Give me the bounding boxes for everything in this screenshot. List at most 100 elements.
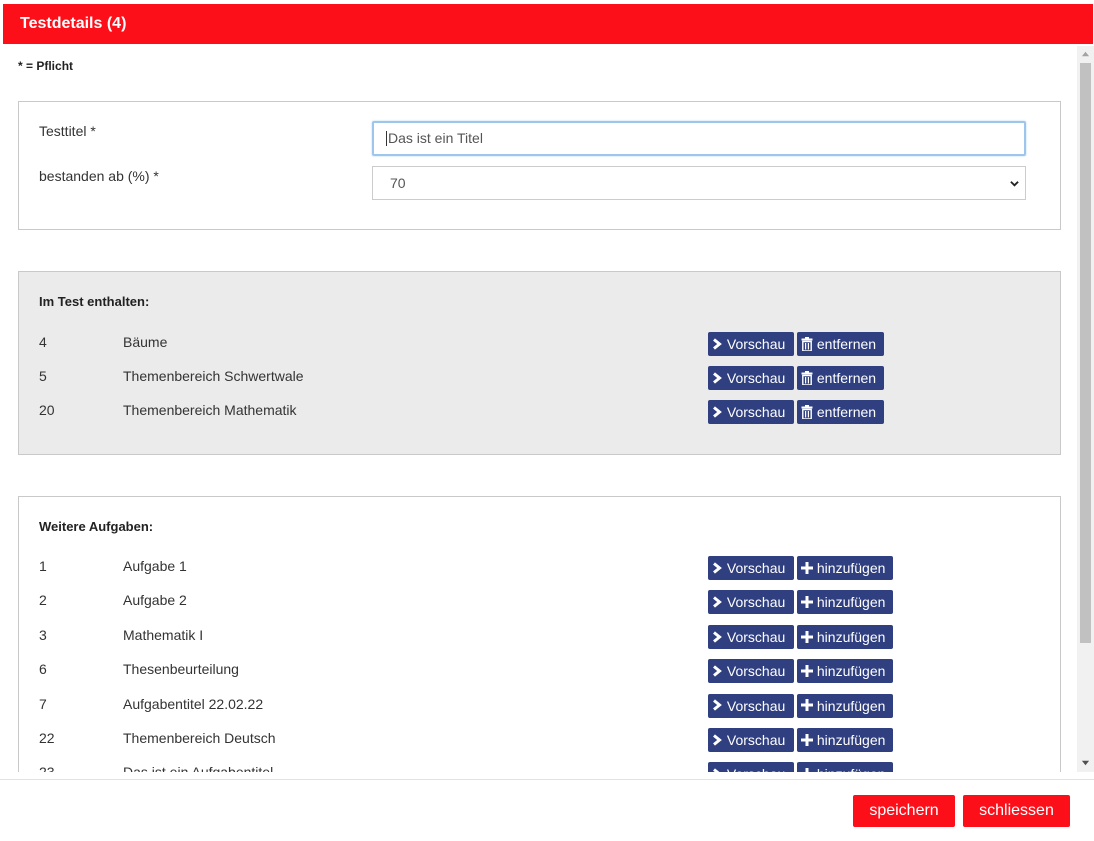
add-button[interactable]: hinzufügen <box>797 556 893 580</box>
preview-label: Vorschau <box>726 560 786 576</box>
title-label: Testtitel * <box>39 123 96 139</box>
plus-icon <box>801 733 813 746</box>
add-button-label: hinzufügen <box>816 697 886 714</box>
item-name: Themenbereich Deutsch <box>123 730 276 746</box>
list-item: 23 Das ist ein Aufgabentitel Vorschau hin… <box>19 762 1060 772</box>
preview-button[interactable]: Vorschau <box>708 728 794 752</box>
dialog-title: Testdetails (4) <box>3 4 1093 44</box>
trash-icon <box>801 404 813 420</box>
chevron-right-icon <box>713 734 722 746</box>
add-button[interactable]: hinzufügen <box>797 762 893 772</box>
item-id: 5 <box>39 368 47 384</box>
remove-button[interactable]: entfernen <box>797 332 884 356</box>
remove-button-label: entfernen <box>816 336 877 352</box>
included-heading: Im Test enthalten: <box>39 294 150 309</box>
remove-button[interactable]: entfernen <box>797 400 884 424</box>
close-button[interactable]: schliessen <box>963 795 1070 827</box>
trash-icon <box>801 336 813 352</box>
preview-label: Vorschau <box>727 766 785 772</box>
chevron-right-icon <box>713 630 722 643</box>
scrollbar[interactable] <box>1077 46 1094 772</box>
preview-button[interactable]: Vorschau <box>708 762 794 772</box>
item-id: 6 <box>39 661 47 678</box>
preview-button[interactable]: Vorschau <box>708 590 794 615</box>
chevron-right-icon <box>713 596 722 608</box>
item-name: Themenbereich Schwertwale <box>123 368 304 384</box>
add-button[interactable]: hinzufügen <box>797 624 893 649</box>
preview-button[interactable]: Vorschau <box>708 366 794 390</box>
preview-button[interactable]: Vorschau <box>708 659 794 684</box>
preview-button[interactable]: Vorschau <box>708 693 794 718</box>
list-item: 4 Bäume Vorschau entfernen <box>19 332 1060 356</box>
preview-label: Vorschau <box>726 732 786 748</box>
add-button-label: hinzufügen <box>816 663 886 680</box>
item-name: Aufgabentitel 22.02.22 <box>123 695 264 712</box>
add-button-label: hinzufügen <box>816 594 886 611</box>
list-item: 2 Aufgabe 2 Vorschau hinzufügen <box>19 590 1060 615</box>
item-id: 1 <box>39 558 47 574</box>
remove-button-label: entfernen <box>816 404 877 420</box>
pass-label: bestanden ab (%) * <box>39 168 159 184</box>
item-name: Aufgabe 1 <box>123 558 187 574</box>
chevron-down-icon <box>1010 181 1019 187</box>
footer-divider <box>0 779 1094 780</box>
add-button[interactable]: hinzufügen <box>797 659 893 684</box>
title-input[interactable]: Das ist ein Titel <box>372 121 1026 156</box>
scroll-down-icon[interactable] <box>1081 758 1090 767</box>
list-item: 1 Aufgabe 1 Vorschau hinzufügen <box>19 556 1060 580</box>
remove-button[interactable]: entfernen <box>797 366 884 390</box>
scroll-up-icon[interactable] <box>1081 50 1090 59</box>
preview-label: Vorschau <box>726 404 786 420</box>
more-panel: Weitere Aufgaben: 1 Aufgabe 1 Vorschau hi… <box>18 496 1061 772</box>
add-button-label: hinzufügen <box>816 628 886 645</box>
chevron-right-icon <box>713 372 722 384</box>
list-item: 7 Aufgabentitel 22.02.22 Vorschau hinzufü… <box>19 693 1060 718</box>
item-name: Das ist ein Aufgabentitel <box>123 764 273 772</box>
add-button-label: hinzufügen <box>816 732 886 748</box>
add-button-label: hinzufügen <box>816 560 886 576</box>
form-panel: Testtitel * Das ist ein Titel bestanden … <box>18 101 1061 230</box>
more-heading: Weitere Aufgaben: <box>39 519 154 534</box>
item-name: Bäume <box>123 334 168 350</box>
item-id: 2 <box>39 592 47 609</box>
preview-button[interactable]: Vorschau <box>708 624 794 649</box>
preview-label: Vorschau <box>726 697 786 714</box>
preview-label: Vorschau <box>726 663 786 680</box>
pass-percent-select[interactable]: 70 <box>372 166 1026 200</box>
list-item: 20 Themenbereich Mathematik Vorschau entf… <box>19 400 1060 424</box>
chevron-right-icon <box>713 406 722 418</box>
item-id: 20 <box>39 402 55 418</box>
plus-icon <box>801 664 813 677</box>
preview-button[interactable]: Vorschau <box>708 332 794 356</box>
dialog-body: * = Pflicht Testtitel * Das ist ein Tite… <box>0 44 1094 772</box>
add-button[interactable]: hinzufügen <box>797 590 893 615</box>
list-item: 5 Themenbereich Schwertwale Vorschau entf… <box>19 366 1060 390</box>
save-button[interactable]: speichern <box>853 795 955 827</box>
preview-button[interactable]: Vorschau <box>708 400 794 424</box>
item-name: Thesenbeurteilung <box>123 661 239 678</box>
item-name: Themenbereich Mathematik <box>123 402 297 418</box>
included-panel: Im Test enthalten: 4 Bäume Vorschau entfe… <box>18 271 1061 455</box>
plus-icon <box>801 699 813 712</box>
title-input-value: Das ist ein Titel <box>388 130 483 146</box>
list-item: 22 Themenbereich Deutsch Vorschau hinzufü… <box>19 728 1060 752</box>
item-id: 4 <box>39 334 47 350</box>
text-caret <box>386 130 387 146</box>
list-item: 6 Thesenbeurteilung Vorschau hinzufügen <box>19 659 1060 684</box>
preview-label: Vorschau <box>726 336 786 352</box>
add-button-label: hinzufügen <box>817 766 886 772</box>
scrollbar-thumb[interactable] <box>1080 63 1091 643</box>
list-item: 3 Mathematik I Vorschau hinzufügen <box>19 624 1060 649</box>
add-button[interactable]: hinzufügen <box>797 693 893 718</box>
item-id: 23 <box>39 764 55 772</box>
preview-label: Vorschau <box>726 594 786 611</box>
plus-icon <box>801 596 813 609</box>
add-button[interactable]: hinzufügen <box>797 728 893 752</box>
preview-button[interactable]: Vorschau <box>708 556 794 580</box>
item-id: 7 <box>39 695 47 712</box>
remove-button-label: entfernen <box>816 370 877 386</box>
chevron-right-icon <box>713 768 720 772</box>
chevron-right-icon <box>713 699 722 712</box>
item-id: 22 <box>39 730 55 746</box>
preview-label: Vorschau <box>726 628 786 645</box>
